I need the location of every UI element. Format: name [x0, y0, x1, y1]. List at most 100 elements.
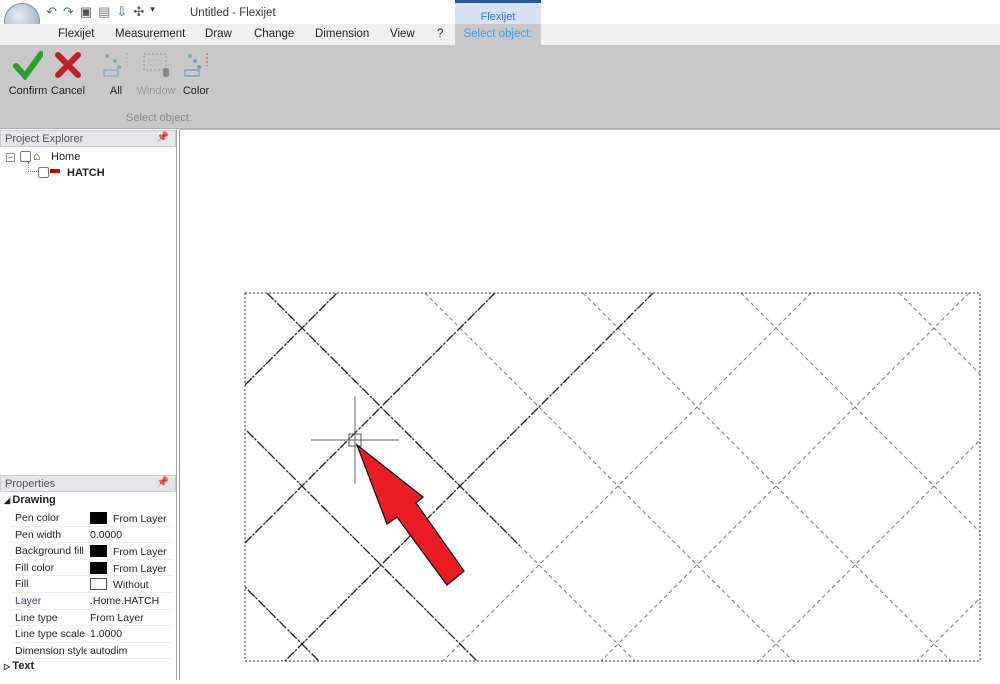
hatch-line: [245, 428, 478, 661]
property-value-text: From Layer: [90, 611, 144, 624]
property-row[interactable]: Fill color From Layer: [12, 560, 174, 577]
property-key: Pen color: [15, 512, 60, 524]
hatch-line: [600, 293, 970, 661]
tab-view[interactable]: View: [390, 28, 415, 40]
property-key: Layer: [15, 595, 42, 607]
save-icon[interactable]: ▣: [80, 4, 92, 20]
drawing-svg[interactable]: [180, 130, 1000, 681]
tree-label: Home: [51, 151, 81, 163]
section-drawing[interactable]: ◢ Drawing: [4, 494, 56, 506]
cross-icon: [50, 45, 86, 85]
collapse-icon[interactable]: −: [6, 153, 15, 162]
quick-access-toolbar: ↶ ↷ ▣ ▤ ⇩ ✣ ▾: [46, 4, 155, 20]
section-label: Text: [12, 660, 35, 672]
window-label: Window: [136, 85, 176, 97]
tab-measurement[interactable]: Measurement: [115, 28, 185, 40]
section-label: Drawing: [12, 494, 56, 506]
confirm-button[interactable]: Confirm: [6, 45, 50, 97]
property-key: Fill: [15, 578, 29, 591]
property-row[interactable]: Pen color From Layer: [12, 510, 174, 527]
panel-title: Project Explorer: [5, 133, 84, 145]
hatch-line: [758, 439, 980, 661]
hatch-line: [740, 293, 980, 533]
project-explorer-panel: Project Explorer 📌 − ⌂ Home HATCH: [0, 129, 177, 474]
property-row[interactable]: Background fill From Layer: [12, 543, 174, 560]
ribbon-group-label: Select object:: [126, 112, 193, 124]
select-color-button[interactable]: Color: [178, 45, 214, 97]
tab-change[interactable]: Change: [254, 28, 294, 40]
property-row[interactable]: Pen width 0.0000: [12, 527, 174, 544]
confirm-label: Confirm: [8, 85, 48, 97]
select-window-button[interactable]: Window: [134, 45, 178, 97]
tab-flexijet[interactable]: Flexijet: [58, 28, 94, 40]
redo-icon[interactable]: ↷: [63, 4, 74, 20]
tree-item-hatch[interactable]: HATCH: [28, 162, 168, 182]
tab-draw[interactable]: Draw: [205, 28, 232, 40]
property-value[interactable]: From Layer: [90, 561, 167, 575]
tab-dimension[interactable]: Dimension: [315, 28, 369, 40]
undo-icon[interactable]: ↶: [46, 4, 57, 20]
property-value-text: .Home.HATCH: [90, 595, 160, 607]
property-value[interactable]: From Layer: [90, 545, 167, 558]
property-key: Dimension style: [15, 644, 87, 657]
color-label: Color: [182, 85, 210, 97]
color-swatch: [90, 512, 107, 524]
hatch-line: [916, 597, 980, 661]
hatch-line: [245, 293, 338, 386]
gamepad-icon[interactable]: ✣: [133, 4, 144, 20]
property-row[interactable]: Line type From Layer: [12, 610, 174, 627]
property-value[interactable]: From Layer: [90, 512, 167, 525]
property-row[interactable]: Layer .Home.HATCH: [12, 593, 174, 610]
cancel-button[interactable]: Cancel: [50, 45, 86, 97]
checkbox[interactable]: [20, 151, 31, 162]
property-value-text: 0.0000: [90, 528, 123, 541]
hatch-line: [245, 428, 478, 661]
all-label: All: [109, 85, 123, 97]
tree-connector: [28, 162, 37, 172]
property-row[interactable]: Line type scale f 1.0000: [12, 626, 174, 643]
red-arrow-annotation: [355, 443, 465, 586]
section-text[interactable]: ▷ Text: [4, 660, 34, 672]
hatch-line: [245, 586, 320, 661]
hatch-line: [284, 293, 654, 661]
property-value[interactable]: From Layer: [90, 612, 144, 624]
property-value-text: 1.0000: [90, 628, 123, 641]
export-icon[interactable]: ⇩: [116, 4, 127, 20]
property-key: Pen width: [15, 528, 62, 541]
hatch-line: [582, 293, 952, 661]
checkbox[interactable]: [38, 167, 49, 178]
customize-icon[interactable]: ▾: [150, 4, 155, 20]
check-icon: [6, 45, 50, 85]
property-value[interactable]: .Home.HATCH: [90, 595, 159, 607]
cancel-label: Cancel: [50, 85, 86, 97]
select-all-button[interactable]: All: [98, 45, 134, 97]
property-row[interactable]: Fill Without: [12, 576, 174, 593]
tab-select-object[interactable]: Select object:: [455, 24, 541, 45]
tree-label: HATCH: [67, 167, 105, 179]
select-color-icon: [178, 45, 214, 85]
tab-help[interactable]: ?: [437, 28, 443, 40]
properties-header: Properties 📌: [0, 475, 176, 492]
property-row[interactable]: Dimension style autodim: [12, 643, 174, 660]
property-value-text: From Layer: [113, 513, 167, 525]
layout-icon[interactable]: ▤: [98, 4, 110, 20]
property-value-text: From Layer: [113, 546, 167, 559]
property-value-text: Without: [113, 579, 149, 592]
pin-icon[interactable]: 📌: [157, 477, 169, 488]
context-group-label: Flexijet: [480, 11, 516, 23]
ribbon: Confirm Cancel All Window Color Select o…: [0, 45, 1000, 129]
property-value[interactable]: 0.0000: [90, 529, 122, 541]
layer-icon: [50, 169, 60, 173]
property-value[interactable]: 1.0000: [90, 628, 122, 640]
hatch-line: [245, 293, 496, 544]
hatch-line: [245, 293, 338, 386]
hatch-line: [245, 586, 320, 661]
property-key: Line type: [15, 611, 58, 624]
drawing-canvas[interactable]: [179, 129, 1000, 680]
property-value[interactable]: Without: [90, 578, 149, 591]
property-value[interactable]: autodim: [90, 645, 127, 657]
pin-icon[interactable]: 📌: [157, 132, 169, 143]
property-value-text: autodim: [90, 644, 128, 657]
hatch-pattern[interactable]: [180, 130, 1000, 681]
color-swatch: [90, 545, 107, 558]
